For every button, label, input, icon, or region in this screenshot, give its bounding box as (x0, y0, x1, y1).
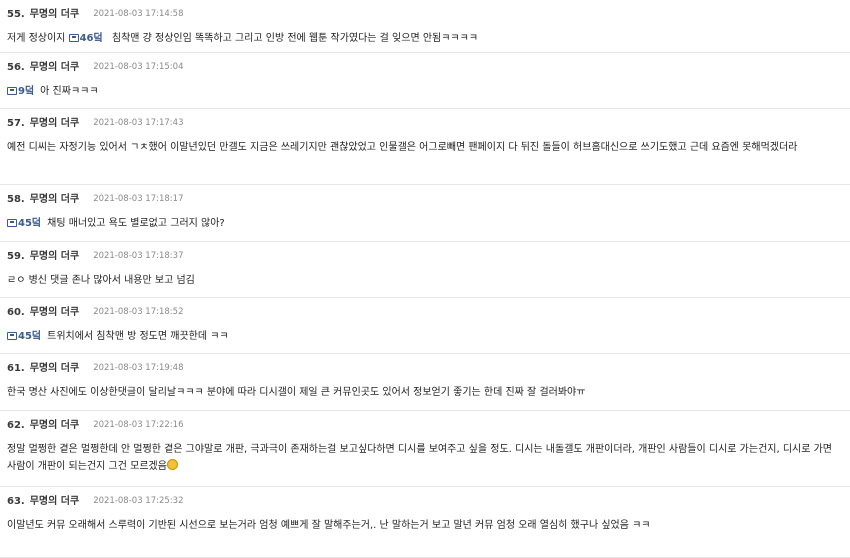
comment-author: 무명의 더쿠 (29, 9, 80, 20)
comment-timestamp: 2021-08-03 17:18:52 (93, 307, 184, 317)
comment-timestamp: 2021-08-03 17:17:43 (93, 118, 184, 128)
comment-item: 63. 무명의 더쿠 2021-08-03 17:25:32 이말년도 커뮤 오래해서… (0, 487, 850, 558)
comment-author: 무명의 더쿠 (29, 251, 80, 262)
comment-text: 아 진짜ㅋㅋㅋ (40, 86, 99, 97)
comment-header: 62. 무명의 더쿠 2021-08-03 17:22:16 (7, 411, 850, 431)
comment-header: 60. 무명의 더쿠 2021-08-03 17:18:52 (7, 298, 850, 318)
comment-text: ㄹㅇ 병신 댓글 존나 많아서 내용만 보고 넘김 (7, 275, 195, 286)
comment-number[interactable]: 56. (7, 62, 25, 73)
comment-body: 예전 디씨는 자정기능 있어서 ㄱㅊ했어 이말년있던 만갤도 지금은 쓰레기지만… (7, 129, 850, 164)
comment-text: 저게 정상이지 (7, 33, 69, 44)
comment-number[interactable]: 58. (7, 194, 25, 205)
comment-author: 무명의 더쿠 (29, 62, 80, 73)
comment-timestamp: 2021-08-03 17:19:48 (93, 363, 184, 373)
comment-header: 61. 무명의 더쿠 2021-08-03 17:19:48 (7, 354, 850, 374)
reply-anchor-icon (7, 87, 17, 95)
comment-body: 45덬 채팅 매너있고 욕도 별로없고 그러지 않아? (7, 205, 850, 240)
comment-number[interactable]: 60. (7, 307, 25, 318)
comment-timestamp: 2021-08-03 17:14:58 (93, 9, 184, 19)
comment-author: 무명의 더쿠 (29, 307, 80, 318)
comment-body: 9덬 아 진짜ㅋㅋㅋ (7, 73, 850, 108)
reply-anchor-link[interactable]: 45덬 (7, 218, 41, 229)
comment-item: 62. 무명의 더쿠 2021-08-03 17:22:16 정말 멀쩡한 곁은 멀쩡… (0, 411, 850, 487)
reply-anchor-icon (68, 34, 79, 42)
comment-timestamp: 2021-08-03 17:25:32 (93, 496, 184, 506)
comment-header: 55. 무명의 더쿠 2021-08-03 17:14:58 (7, 0, 850, 20)
comment-item: 60. 무명의 더쿠 2021-08-03 17:18:52 45덬 트위치에서 침착맨… (0, 298, 850, 354)
comment-body: 정말 멀쩡한 곁은 멀쩡한데 안 멀쩡한 곁은 그야말로 개판, 극과극이 존재… (7, 431, 850, 483)
comment-thread: 55. 무명의 더쿠 2021-08-03 17:14:58 저게 정상이지 46덬 … (0, 0, 850, 558)
comment-author: 무명의 더쿠 (29, 496, 80, 507)
comment-text: 예전 디씨는 자정기능 있어서 ㄱㅊ했어 이말년있던 만갤도 지금은 쓰레기지만… (7, 142, 798, 153)
comment-item: 56. 무명의 더쿠 2021-08-03 17:15:04 9덬 아 진짜ㅋㅋㅋ (0, 53, 850, 109)
comment-header: 58. 무명의 더쿠 2021-08-03 17:18:17 (7, 185, 850, 205)
comment-body: 이말년도 커뮤 오래해서 스루력이 기반된 시선으로 보는거라 엄청 예쁘게 잘… (7, 507, 850, 542)
comment-text: 채팅 매너있고 욕도 별로없고 그러지 않아? (47, 218, 225, 229)
comment-body: ㄹㅇ 병신 댓글 존나 많아서 내용만 보고 넘김 (7, 262, 850, 297)
comment-body: 한국 명산 사진에도 이상한댓글이 달리날ㅋㅋㅋ 분야에 따라 디시갤이 제일 … (7, 374, 850, 409)
reply-anchor-label: 9덬 (18, 86, 35, 97)
reply-anchor-label: 45덬 (18, 218, 42, 229)
reply-anchor-link[interactable]: 46덬 (68, 33, 103, 44)
comment-item: 57. 무명의 더쿠 2021-08-03 17:17:43 예전 디씨는 자정기능 … (0, 109, 850, 185)
comment-text: 정말 멀쩡한 곁은 멀쩡한데 안 멀쩡한 곁은 그야말로 개판, 극과극이 존재… (7, 444, 833, 472)
comment-body: 45덬 트위치에서 침착맨 방 정도면 깨끗한데 ㅋㅋ (7, 318, 850, 353)
comment-body: 저게 정상이지 46덬 침착맨 걍 정상인임 똑똑하고 그리고 인방 전에 웹툰… (7, 20, 850, 55)
comment-item: 55. 무명의 더쿠 2021-08-03 17:14:58 저게 정상이지 46덬 … (0, 0, 850, 53)
reply-anchor-link[interactable]: 45덬 (7, 331, 41, 342)
comment-header: 59. 무명의 더쿠 2021-08-03 17:18:37 (7, 242, 850, 262)
reply-anchor-label: 46덬 (79, 33, 103, 44)
comment-text: 한국 명산 사진에도 이상한댓글이 달리날ㅋㅋㅋ 분야에 따라 디시갤이 제일 … (7, 387, 586, 398)
comment-author: 무명의 더쿠 (29, 118, 80, 129)
comment-number[interactable]: 55. (7, 9, 25, 20)
comment-header: 57. 무명의 더쿠 2021-08-03 17:17:43 (7, 109, 850, 129)
comment-timestamp: 2021-08-03 17:18:37 (93, 251, 184, 261)
comment-header: 63. 무명의 더쿠 2021-08-03 17:25:32 (7, 487, 850, 507)
reply-anchor-link[interactable]: 9덬 (7, 86, 34, 97)
comment-item: 61. 무명의 더쿠 2021-08-03 17:19:48 한국 명산 사진에도 이… (0, 354, 850, 411)
comment-text: 트위치에서 침착맨 방 정도면 깨끗한데 ㅋㅋ (47, 331, 229, 342)
comment-header: 56. 무명의 더쿠 2021-08-03 17:15:04 (7, 53, 850, 73)
comment-timestamp: 2021-08-03 17:18:17 (93, 194, 184, 204)
comment-text: 이말년도 커뮤 오래해서 스루력이 기반된 시선으로 보는거라 엄청 예쁘게 잘… (7, 520, 651, 531)
thinking-emoji-icon (166, 459, 178, 470)
comment-number[interactable]: 62. (7, 420, 25, 431)
comment-timestamp: 2021-08-03 17:15:04 (93, 62, 184, 72)
comment-author: 무명의 더쿠 (29, 194, 80, 205)
reply-anchor-icon (7, 332, 17, 340)
comment-timestamp: 2021-08-03 17:22:16 (93, 420, 184, 430)
comment-number[interactable]: 61. (7, 363, 25, 374)
comment-number[interactable]: 63. (7, 496, 25, 507)
comment-number[interactable]: 57. (7, 118, 25, 129)
reply-anchor-label: 45덬 (18, 331, 42, 342)
comment-text-continued: 침착맨 걍 정상인임 똑똑하고 그리고 인방 전에 웹툰 작가였다는 걸 잊으면… (108, 33, 479, 44)
comment-author: 무명의 더쿠 (29, 363, 80, 374)
comment-number[interactable]: 59. (7, 251, 25, 262)
comment-author: 무명의 더쿠 (29, 420, 80, 431)
comment-item: 59. 무명의 더쿠 2021-08-03 17:18:37 ㄹㅇ 병신 댓글 존나 … (0, 242, 850, 298)
reply-anchor-icon (7, 219, 17, 227)
comment-item: 58. 무명의 더쿠 2021-08-03 17:18:17 45덬 채팅 매너있고 욕… (0, 185, 850, 242)
